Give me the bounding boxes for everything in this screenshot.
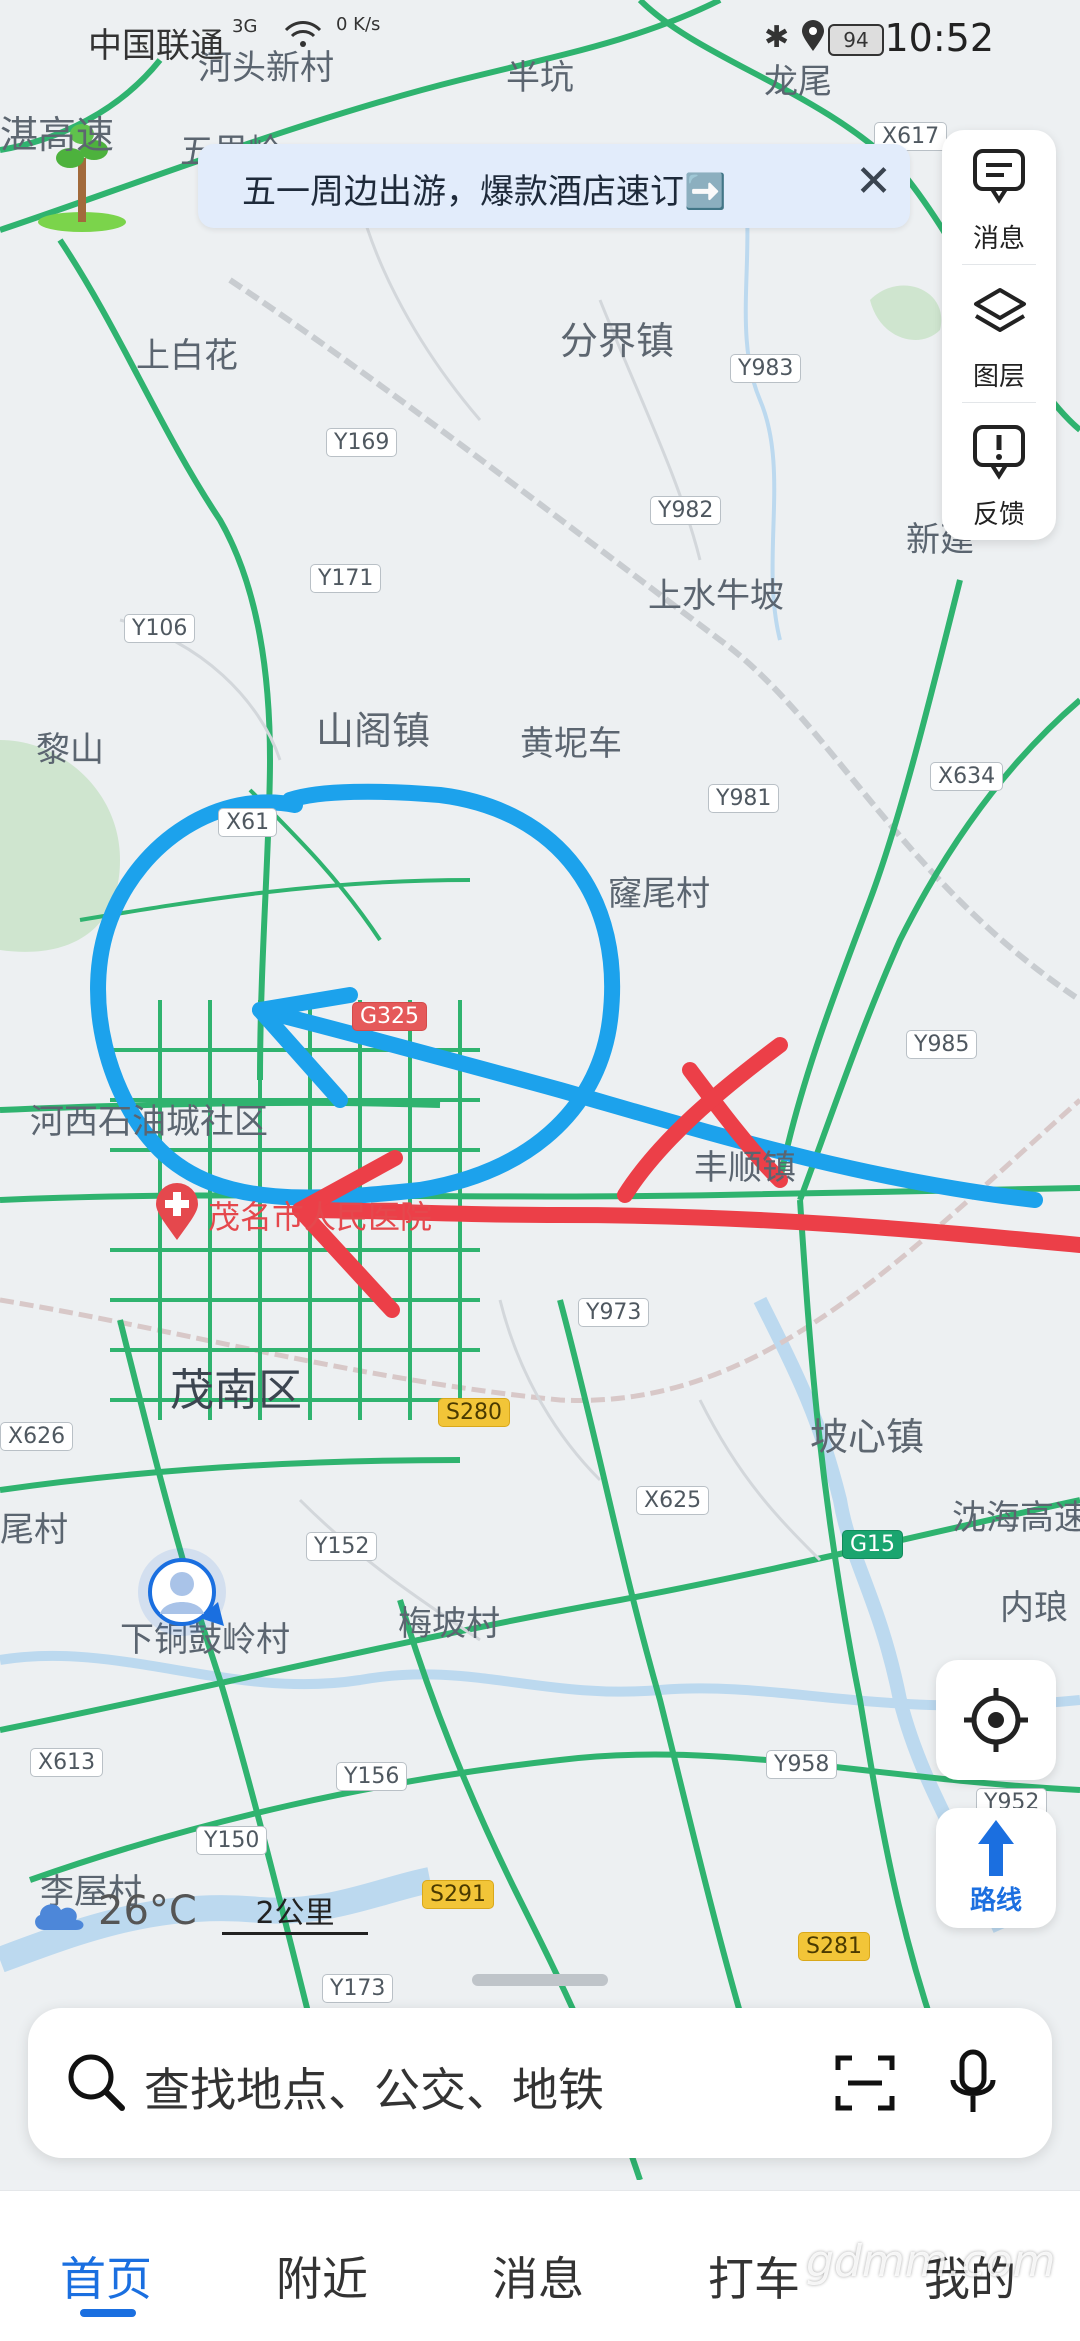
search-bar[interactable]: 查找地点、公交、地铁	[28, 2008, 1052, 2158]
hospital-pin-icon	[156, 1183, 198, 1240]
search-icon	[68, 2054, 125, 2111]
map-label: 黄坭车	[520, 724, 622, 764]
network-type: 3G	[232, 16, 258, 37]
road-shield: Y106	[124, 614, 196, 643]
map-label: 山阁镇	[316, 709, 431, 753]
map-roads	[0, 0, 1080, 2180]
net-speed: 0 K/s	[336, 14, 381, 35]
road-shield: X613	[30, 1748, 104, 1777]
search-placeholder[interactable]: 查找地点、公交、地铁	[144, 2054, 604, 2120]
layers-label: 图层	[972, 362, 1025, 392]
temperature: 26°C	[98, 1888, 197, 1934]
crosshair-icon	[964, 1688, 1028, 1752]
layers-icon	[974, 288, 1026, 332]
road-shield: Y981	[708, 784, 780, 813]
feedback-icon	[973, 425, 1025, 480]
battery-level: 94	[828, 24, 884, 56]
message-icon	[973, 149, 1025, 204]
bluetooth-icon: ✱	[764, 20, 790, 55]
road-shield: Y171	[310, 564, 382, 593]
road-shield: X61	[218, 808, 278, 837]
tab-home[interactable]: 首页	[60, 2243, 152, 2309]
layers-button[interactable]: 图层	[942, 268, 1056, 398]
road-shield: Y173	[322, 1974, 394, 2003]
map-canvas[interactable]: 湛高速 河头新村 半坑 龙尾 五里岭 上白花 分界镇 新建 上水牛坡 山阁镇 黄…	[0, 0, 1080, 2180]
map-label: 茂南区	[170, 1365, 302, 1416]
close-icon[interactable]: ✕	[855, 156, 892, 207]
map-label: 丰顺镇	[694, 1148, 796, 1188]
map-label: 窿尾村	[608, 874, 710, 914]
road-shield: Y958	[766, 1750, 838, 1779]
status-bar: 中国联通 3G 0 K/s ✱ 94 10:52	[0, 0, 1080, 80]
road-shield: Y152	[306, 1532, 378, 1561]
feedback-button[interactable]: 反馈	[942, 406, 1056, 536]
route-arrow-icon	[978, 1820, 1014, 1876]
scale-bar	[222, 1932, 368, 1935]
active-tab-indicator	[80, 2309, 136, 2317]
map-label: 分界镇	[560, 319, 675, 363]
route-label: 路线	[969, 1886, 1022, 1916]
messages-button[interactable]: 消息	[942, 130, 1056, 260]
scan-icon[interactable]	[834, 2052, 896, 2114]
messages-label: 消息	[972, 224, 1025, 254]
map-label: 黎山	[36, 730, 104, 770]
road-shield: S281	[798, 1932, 870, 1961]
map-label: 梅坡村	[398, 1604, 500, 1644]
map-label: 内琅	[1000, 1588, 1068, 1628]
road-shield: S280	[438, 1398, 510, 1427]
microphone-icon[interactable]	[948, 2048, 998, 2118]
tab-nearby[interactable]: 附近	[276, 2243, 368, 2309]
map-label: 湛高速	[0, 113, 115, 157]
map-side-panel: 消息 图层 反馈	[942, 130, 1056, 540]
road-shield: Y985	[906, 1030, 978, 1059]
map-label: 上水牛坡	[648, 576, 784, 616]
tab-taxi[interactable]: 打车	[708, 2243, 800, 2309]
annotation-red-arrow	[292, 1037, 1080, 1318]
carrier-name: 中国联通	[88, 26, 224, 66]
watermark: gdmm.com	[806, 2236, 1056, 2287]
wifi-icon	[284, 20, 322, 58]
map-label: 上白花	[136, 336, 238, 376]
clock: 10:52	[884, 16, 994, 60]
road-shield: Y156	[336, 1762, 408, 1791]
route-button[interactable]: 路线	[936, 1808, 1056, 1928]
map-scale: 2公里	[222, 1888, 368, 1938]
cloud-icon	[35, 1904, 84, 1930]
road-shield: Y169	[326, 428, 398, 457]
road-shield: X625	[636, 1486, 710, 1515]
scale-label: 2公里	[255, 1896, 335, 1931]
poi-label: 茂名市人民医院	[208, 1198, 433, 1236]
road-shield: Y973	[578, 1298, 650, 1327]
location-status-icon	[800, 20, 826, 60]
road-shield: Y983	[730, 354, 802, 383]
road-shield: X634	[930, 762, 1004, 791]
promo-banner[interactable]: 五一周边出游，爆款酒店速订➡️ ✕	[198, 144, 910, 228]
banner-text: 五一周边出游，爆款酒店速订➡️	[242, 172, 727, 212]
map-label: 坡心镇	[810, 1415, 925, 1459]
map-label: 河西石油城社区	[30, 1102, 268, 1142]
road-shield: S291	[422, 1880, 494, 1909]
road-shield: G15	[842, 1530, 904, 1559]
road-shield: Y150	[196, 1826, 268, 1855]
drag-handle[interactable]	[472, 1974, 608, 1986]
tab-messages[interactable]: 消息	[492, 2243, 584, 2309]
map-label: 沈海高速	[952, 1498, 1080, 1538]
locate-me-button[interactable]	[936, 1660, 1056, 1780]
map-label: 尾村	[0, 1510, 68, 1550]
road-shield: G325	[352, 1002, 428, 1031]
road-shield: X626	[0, 1422, 74, 1451]
road-shield: Y982	[650, 496, 722, 525]
feedback-label: 反馈	[972, 500, 1025, 530]
